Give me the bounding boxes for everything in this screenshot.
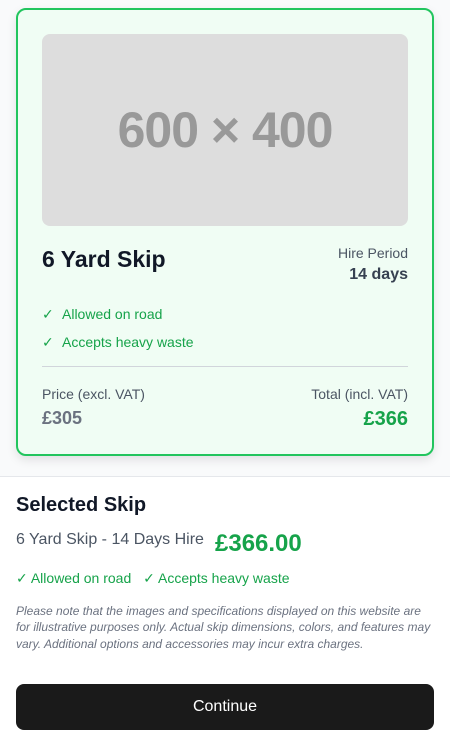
feature-label: Accepts heavy waste [62,334,194,350]
total-label: Total (incl. VAT) [311,386,408,402]
skip-list-area: 600 × 400 6 Yard Skip Hire Period 14 day… [0,0,450,477]
total-value: £366 [363,408,409,430]
selected-skip-price: £366.00 [215,530,302,557]
price-value: £305 [42,408,83,428]
skip-card-selected[interactable]: 600 × 400 6 Yard Skip Hire Period 14 day… [16,8,434,456]
price-label: Price (excl. VAT) [42,386,145,402]
hire-period-label: Hire Period [337,245,408,261]
disclaimer-text: Please note that the images and specific… [16,604,431,651]
skip-image-placeholder: 600 × 400 [42,34,408,226]
feature-label: Allowed on road [62,306,163,322]
check-icon: ✓ [42,306,54,322]
feature-badge: ✓ Allowed on road [16,570,132,586]
feature-accepts-heavy-waste: ✓ Accepts heavy waste [42,334,194,351]
check-icon: ✓ [42,334,54,350]
selected-skip-title: Selected Skip [16,494,147,516]
image-placeholder-text: 600 × 400 [117,102,334,158]
feature-badge: ✓ Accepts heavy waste [143,570,290,586]
selected-skip-description: 6 Yard Skip - 14 Days Hire [16,531,204,548]
card-divider [42,366,408,367]
feature-allowed-on-road: ✓ Allowed on road [42,306,162,323]
continue-button[interactable]: Continue [16,684,434,730]
skip-title: 6 Yard Skip [42,246,166,272]
hire-period-value: 14 days [349,266,408,283]
selected-skip-features: ✓ Allowed on road ✓ Accepts heavy waste [16,570,298,587]
